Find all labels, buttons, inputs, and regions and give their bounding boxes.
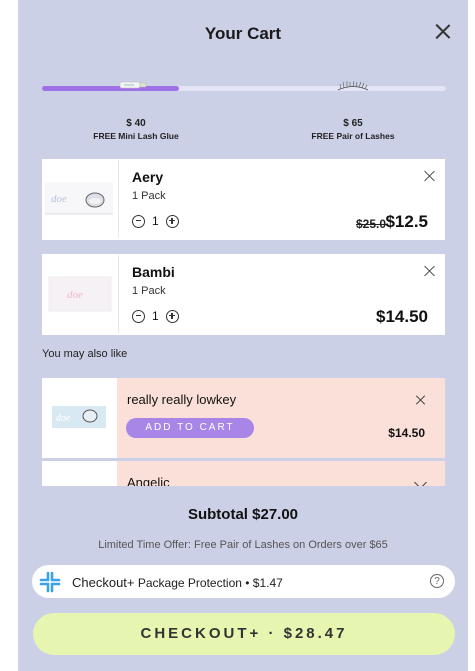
cart-item-details: Bambi 1 Pack 1 $14.50 (119, 255, 444, 334)
product-name[interactable]: really really lowkey (127, 392, 236, 407)
milestone-reward: FREE Pair of Lashes (311, 131, 395, 141)
cart-item-details: Aery 1 Pack 1 $25.0 $12.5 (119, 160, 444, 239)
subtotal: Subtotal $27.00 (187, 506, 299, 523)
svg-text:doe: doe (67, 289, 83, 301)
cart-item-aery: doe Aery 1 Pack 1 $25.0 $12.5 (42, 159, 445, 240)
recommendation-item: doe really really lowkey ADD TO CART $14… (42, 378, 445, 458)
lash-glue-icon (119, 81, 147, 89)
offer-banner: Limited Time Offer: Free Pair of Lashes … (98, 539, 388, 551)
minus-icon[interactable] (132, 214, 145, 228)
lash-box-image: doe (48, 276, 112, 312)
protection-brand: Checkout+ (72, 575, 135, 590)
product-image[interactable]: doe (43, 255, 119, 333)
cart-item-bambi: doe Bambi 1 Pack 1 $14.50 (42, 254, 445, 335)
milestone-lashes: $ 65 FREE Pair of Lashes (293, 118, 413, 142)
cart-drawer: Your Cart $ 40 FREE Mini Lash Glue $ 65 … (18, 0, 468, 671)
product-variant: 1 Pack (132, 285, 166, 297)
progress-fill (42, 86, 180, 91)
recommendations-heading: You may also like (42, 348, 128, 360)
add-to-cart-button[interactable]: ADD TO CART (126, 418, 254, 438)
dismiss-recommendation-icon[interactable] (415, 395, 425, 405)
help-icon[interactable]: ? (430, 574, 444, 588)
protection-label: Package Protection (137, 576, 242, 590)
quantity-value: 1 (152, 214, 159, 228)
package-protection-toggle[interactable]: Checkout+ Package Protection • $1.47 ? (32, 565, 455, 598)
product-name[interactable]: Aery (132, 169, 163, 185)
svg-text:doe: doe (56, 413, 71, 424)
quantity-stepper: 1 (132, 308, 179, 324)
cart-footer: Subtotal $27.00 Limited Time Offer: Free… (18, 486, 468, 671)
remove-item-icon[interactable] (423, 265, 435, 277)
product-variant: 1 Pack (132, 190, 166, 202)
svg-text:doe: doe (51, 193, 67, 205)
plus-icon[interactable] (165, 309, 179, 323)
milestone-glue: $ 40 FREE Mini Lash Glue (76, 118, 196, 142)
sale-price: $12.5 (385, 212, 428, 231)
remove-item-icon[interactable] (423, 170, 435, 182)
product-name[interactable]: Bambi (132, 264, 175, 280)
cart-header: Your Cart (18, 20, 468, 50)
milestone-reward: FREE Mini Lash Glue (93, 131, 179, 141)
plus-icon[interactable] (165, 214, 179, 228)
free-gift-progress-bar (42, 86, 446, 91)
item-price: $14.50 (376, 307, 428, 326)
checkout-plus-icon (39, 571, 61, 593)
lash-box-image: doe (45, 182, 113, 215)
lash-box-image: doe (52, 406, 106, 428)
cart-title: Your Cart (204, 24, 282, 43)
product-image[interactable]: doe (42, 378, 117, 458)
checkout-button[interactable]: CHECKOUT+ · $28.47 (33, 613, 455, 655)
milestone-amount: $ 40 (126, 118, 146, 129)
minus-icon[interactable] (132, 309, 145, 323)
product-image[interactable]: doe (43, 160, 119, 238)
product-price: $14.50 (388, 426, 425, 440)
quantity-value: 1 (152, 309, 159, 323)
lashes-icon (337, 80, 369, 91)
protection-price: • $1.47 (245, 576, 283, 590)
quantity-stepper: 1 (132, 213, 179, 229)
close-icon[interactable] (431, 20, 455, 44)
milestone-amount: $ 65 (343, 118, 363, 129)
original-price: $25.0 (355, 217, 386, 231)
package-protection-label: Checkout+ Package Protection • $1.47 (72, 575, 283, 590)
